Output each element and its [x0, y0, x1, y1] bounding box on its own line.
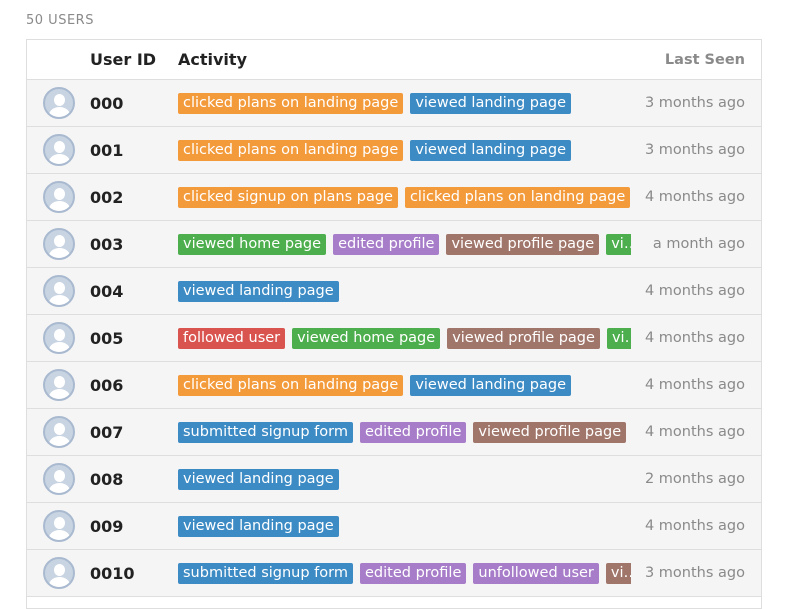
activity-tags: viewed landing page: [178, 268, 631, 314]
user-id[interactable]: 006: [90, 376, 178, 395]
user-id[interactable]: 007: [90, 423, 178, 442]
last-seen-value: 4 months ago: [644, 424, 745, 440]
table-row[interactable]: 002 clicked signup on plans page clicked p…: [27, 174, 761, 221]
activity-tag[interactable]: vie...: [606, 233, 631, 255]
activity-tag[interactable]: edited profile: [333, 233, 440, 255]
table-header: User ID Activity Last Seen: [27, 40, 761, 80]
last-seen-column-header[interactable]: Last Seen: [631, 52, 761, 68]
activity-tags: followed user viewed home page viewed prof…: [178, 315, 631, 361]
avatar-cell: [27, 87, 90, 119]
last-seen-value: 4 months ago: [644, 377, 745, 393]
activity-tags: clicked plans on landing page viewed land…: [178, 362, 631, 408]
activity-tag[interactable]: viewed landing page: [178, 515, 339, 537]
activity-tags: viewed landing page: [178, 456, 631, 502]
activity-tag[interactable]: viewed landing page: [410, 139, 571, 161]
activity-tag[interactable]: viewed home page: [178, 233, 327, 255]
last-seen-value: 3 months ago: [644, 95, 745, 111]
activity-tag[interactable]: unfollowed user: [473, 562, 599, 584]
table-body: 000 clicked plans on landing page viewed l…: [27, 80, 761, 597]
activity-tag[interactable]: submitted signup form: [178, 562, 353, 584]
user-id[interactable]: 008: [90, 470, 178, 489]
activity-tags: clicked plans on landing page viewed land…: [178, 127, 631, 173]
activity-tag[interactable]: clicked plans on landing page: [404, 186, 631, 208]
user-count-label: 50 USERS: [26, 13, 94, 28]
activity-tags: viewed landing page: [178, 503, 631, 549]
table-row[interactable]: 007 submitted signup form edited profile vi…: [27, 409, 761, 456]
user-avatar-icon[interactable]: [42, 557, 75, 589]
avatar-cell: [27, 322, 90, 354]
avatar-cell: [27, 134, 90, 166]
activity-tag[interactable]: clicked signup on plans page: [178, 186, 398, 208]
avatar-cell: [27, 557, 90, 589]
activity-tag[interactable]: submitted signup form: [178, 421, 353, 443]
table-row[interactable]: 004 viewed landing page 4 months ago: [27, 268, 761, 315]
table-row[interactable]: 001 clicked plans on landing page viewed l…: [27, 127, 761, 174]
activity-tag[interactable]: clicked plans on landing page: [178, 374, 404, 396]
user-avatar-icon[interactable]: [42, 510, 75, 542]
last-seen-value: 4 months ago: [644, 283, 745, 299]
activity-tag[interactable]: vie...: [606, 327, 631, 349]
avatar-cell: [27, 181, 90, 213]
activity-tag[interactable]: viewed landing page: [178, 468, 339, 490]
table-row[interactable]: 008 viewed landing page 2 months ago: [27, 456, 761, 503]
table-row[interactable]: 0010 submitted signup form edited profile u…: [27, 550, 761, 597]
users-table: User ID Activity Last Seen 000 clicked pl…: [26, 39, 762, 609]
avatar-cell: [27, 275, 90, 307]
activity-tags: submitted signup form edited profile unfol…: [178, 550, 631, 596]
user-avatar-icon[interactable]: [42, 463, 75, 495]
table-row[interactable]: 005 followed user viewed home page viewed p…: [27, 315, 761, 362]
user-avatar-icon[interactable]: [42, 322, 75, 354]
user-id[interactable]: 003: [90, 235, 178, 254]
user-id-column-header[interactable]: User ID: [90, 50, 178, 69]
user-id[interactable]: 001: [90, 141, 178, 160]
user-id[interactable]: 000: [90, 94, 178, 113]
user-avatar-icon[interactable]: [42, 181, 75, 213]
activity-tags: submitted signup form edited profile viewe…: [178, 409, 631, 455]
table-row[interactable]: 003 viewed home page edited profile viewed …: [27, 221, 761, 268]
activity-tags: clicked plans on landing page viewed land…: [178, 80, 631, 126]
activity-tags: viewed home page edited profile viewed pro…: [178, 221, 631, 267]
last-seen-value: 4 months ago: [644, 189, 745, 205]
user-avatar-icon[interactable]: [42, 134, 75, 166]
avatar-cell: [27, 228, 90, 260]
table-row[interactable]: 006 clicked plans on landing page viewed l…: [27, 362, 761, 409]
user-avatar-icon[interactable]: [42, 275, 75, 307]
last-seen-value: 2 months ago: [644, 471, 745, 487]
activity-tag[interactable]: viewed landing page: [178, 280, 339, 302]
activity-tag[interactable]: viewed profile page: [447, 327, 600, 349]
table-row[interactable]: 000 clicked plans on landing page viewed l…: [27, 80, 761, 127]
last-seen-value: 4 months ago: [644, 330, 745, 346]
activity-column-header[interactable]: Activity: [178, 40, 631, 79]
table-row[interactable]: 009 viewed landing page 4 months ago: [27, 503, 761, 550]
avatar-cell: [27, 463, 90, 495]
avatar-cell: [27, 510, 90, 542]
user-avatar-icon[interactable]: [42, 416, 75, 448]
activity-tag[interactable]: viewed landing page: [410, 374, 571, 396]
activity-tag[interactable]: viewed profile page: [446, 233, 600, 255]
user-id[interactable]: 0010: [90, 564, 178, 583]
last-seen-value: 4 months ago: [644, 518, 745, 534]
user-id[interactable]: 009: [90, 517, 178, 536]
user-avatar-icon[interactable]: [42, 87, 75, 119]
activity-tag[interactable]: vie...: [605, 562, 631, 584]
activity-tag[interactable]: followed user: [178, 327, 286, 349]
user-id[interactable]: 002: [90, 188, 178, 207]
activity-tag[interactable]: viewed home page: [292, 327, 441, 349]
activity-tag[interactable]: viewed landing page: [410, 92, 571, 114]
activity-tag[interactable]: edited profile: [360, 421, 467, 443]
activity-tag[interactable]: clicked plans on landing page: [178, 139, 404, 161]
last-seen-value: a month ago: [652, 236, 745, 252]
user-avatar-icon[interactable]: [42, 228, 75, 260]
avatar-cell: [27, 369, 90, 401]
user-avatar-icon[interactable]: [42, 369, 75, 401]
user-id[interactable]: 004: [90, 282, 178, 301]
last-seen-value: 3 months ago: [644, 565, 745, 581]
avatar-cell: [27, 416, 90, 448]
activity-tag[interactable]: edited profile: [360, 562, 467, 584]
last-seen-value: 3 months ago: [644, 142, 745, 158]
user-id[interactable]: 005: [90, 329, 178, 348]
activity-tag[interactable]: clicked plans on landing page: [178, 92, 404, 114]
activity-tags: clicked signup on plans page clicked plan…: [178, 174, 631, 220]
activity-tag[interactable]: viewed profile page: [473, 421, 627, 443]
